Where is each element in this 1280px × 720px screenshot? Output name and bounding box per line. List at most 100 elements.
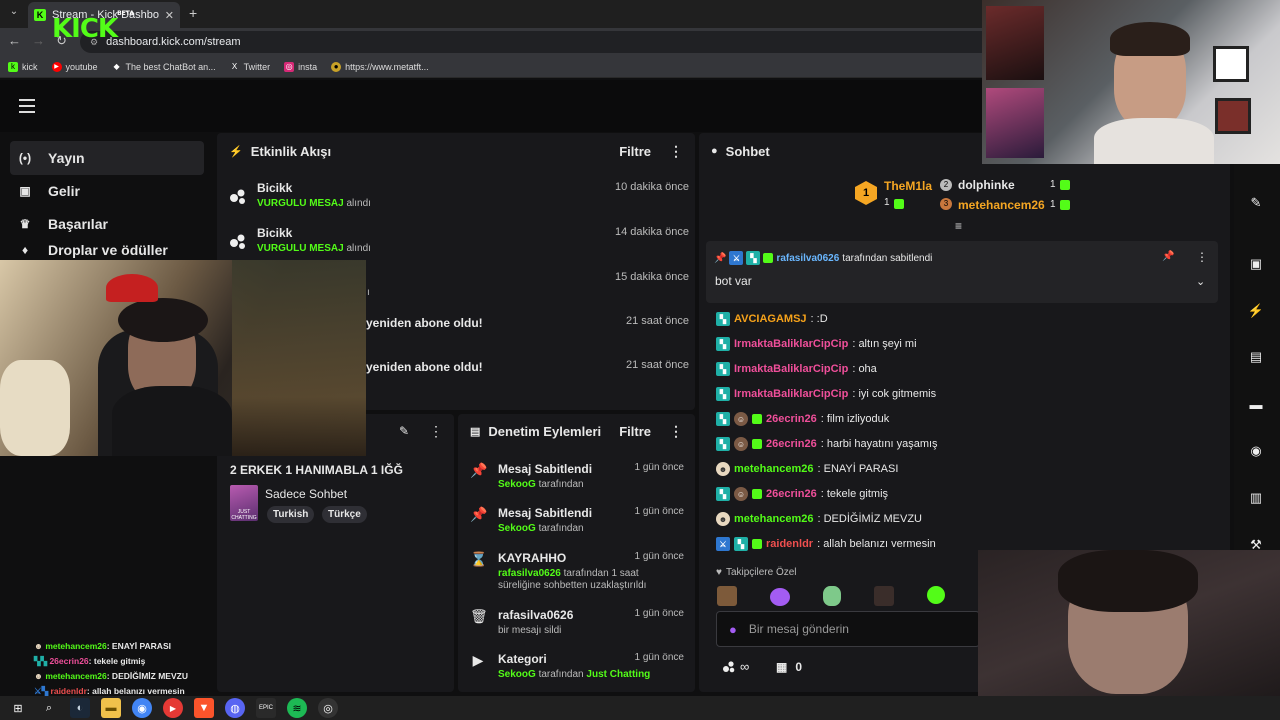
edit-icon[interactable]: ✎	[399, 424, 409, 438]
more-options-icon[interactable]: ⋮	[1196, 250, 1208, 264]
window-icon[interactable]: ▥	[1246, 488, 1266, 508]
pin-icon: 📌	[470, 506, 488, 522]
chat-text: : harbi hayatını yaşamış	[820, 438, 938, 450]
bookmark-insta[interactable]: ◎ insta	[284, 61, 317, 72]
chat-username[interactable]: metehancem26	[734, 513, 814, 525]
chat-message[interactable]: ☻ metehancem26: DEDİĞİMİZ MEVZU	[716, 510, 922, 528]
points-display[interactable]: ∞	[722, 659, 749, 674]
kick-logo[interactable]: KICKBETA	[52, 10, 134, 44]
forward-icon[interactable]: →	[32, 33, 45, 48]
epic-games-icon[interactable]: EPIC	[256, 698, 276, 718]
mod-actor[interactable]: SekooG	[498, 479, 536, 490]
chat-message[interactable]: ▚ ☺ 26ecrin26: tekele gitmiş	[716, 485, 888, 503]
document-icon[interactable]: ▤	[1246, 347, 1266, 367]
screenshot-icon[interactable]: ▣	[1246, 254, 1266, 274]
chat-username[interactable]: 26ecrin26	[766, 413, 817, 425]
chat-text: : :D	[810, 313, 828, 325]
emote-1-icon[interactable]	[717, 586, 737, 606]
windows-start-icon[interactable]: ⊞	[8, 698, 28, 718]
chat-message[interactable]: ▚ IrmaktaBaliklarCipCip: altın şeyi mi	[716, 335, 917, 353]
more-options-icon[interactable]: ⋮	[659, 423, 683, 440]
brave-icon[interactable]: ▼	[194, 698, 214, 718]
leaderboard-third-name[interactable]: metehancem26	[958, 198, 1045, 212]
bookmark-twitter[interactable]: X Twitter	[230, 62, 270, 72]
activity-filter-button[interactable]: Filtre	[619, 144, 651, 159]
sidebar-item-yayin[interactable]: (•) Yayın	[10, 141, 204, 175]
bookmark-youtube[interactable]: ▶ youtube	[51, 61, 98, 72]
sidebar-item-gelir[interactable]: ▣ Gelir	[10, 174, 204, 208]
bookmark-chatbot[interactable]: ◆ The best ChatBot an...	[112, 62, 215, 72]
steam-icon[interactable]: ◐	[70, 698, 90, 718]
bookmark-kick[interactable]: k kick	[8, 61, 38, 72]
category-thumbnail[interactable]: JUST CHATTING	[230, 485, 258, 521]
mod-actor[interactable]: SekooG	[498, 669, 536, 680]
address-bar[interactable]: ⚙ dashboard.kick.com/stream	[80, 31, 1000, 53]
emote-2-icon[interactable]	[770, 588, 790, 606]
chrome-icon[interactable]: ◉	[132, 698, 152, 718]
overlay-text: : allah belanızı vermesin	[86, 686, 185, 696]
hair	[118, 298, 208, 342]
discord-icon[interactable]: ◍	[225, 698, 245, 718]
more-options-icon[interactable]: ⋮	[659, 143, 683, 160]
chat-username[interactable]: IrmaktaBaliklarCipCip	[734, 363, 848, 375]
obs-icon[interactable]: ◎	[318, 698, 338, 718]
bookmark-metatft[interactable]: ● https://www.metatft...	[331, 61, 429, 72]
chat-username[interactable]: 26ecrin26	[766, 488, 817, 500]
emote-5-icon[interactable]	[927, 586, 945, 604]
pin-icon: 📌	[470, 462, 488, 478]
chat-text: : film izliyoduk	[820, 413, 890, 425]
chat-username[interactable]: IrmaktaBaliklarCipCip	[734, 388, 848, 400]
edit-layout-icon[interactable]: ✎	[1246, 193, 1266, 213]
menu-icon[interactable]	[19, 99, 35, 113]
lightning-icon[interactable]: ⚡	[1246, 301, 1266, 321]
leaderboard-first-name[interactable]: TheM1la	[884, 179, 932, 193]
wall-poster	[986, 88, 1044, 158]
emote-4-icon[interactable]	[874, 586, 894, 606]
tag-turkish[interactable]: Turkish	[267, 506, 315, 523]
chat-username[interactable]: 26ecrin26	[766, 438, 817, 450]
rank-number: 1	[862, 187, 870, 199]
spotify-icon[interactable]: ≋	[287, 698, 307, 718]
chat-message[interactable]: ▚ ☺ 26ecrin26: film izliyoduk	[716, 410, 889, 428]
chat-username[interactable]: AVCIAGAMSJ	[734, 313, 807, 325]
sidebar-item-basarilar[interactable]: ♛ Başarılar	[10, 207, 204, 241]
chat-message[interactable]: ▚ ☺ 26ecrin26: harbi hayatını yaşamış	[716, 435, 938, 453]
media-player-icon[interactable]: ▶	[163, 698, 183, 718]
chat-message[interactable]: ▚ IrmaktaBaliklarCipCip: iyi cok gitmemi…	[716, 385, 936, 403]
back-icon[interactable]: ←	[8, 33, 21, 48]
event-desc: VURGULU MESAJ alındı	[257, 198, 371, 209]
broadcast-icon[interactable]: ◉	[1246, 441, 1266, 461]
chat-input[interactable]: ● Bir mesaj gönderin	[716, 611, 980, 647]
pinned-by-user[interactable]: rafasilva0626	[776, 253, 839, 264]
chat-username[interactable]: raidenldr	[766, 538, 813, 550]
bookmark-label: https://www.metatft...	[345, 61, 429, 72]
overlay-chat-line: ☻ metehancem26: DEDİĞİMİZ MEVZU	[34, 671, 188, 681]
emote-3-icon[interactable]	[823, 586, 841, 606]
gift-sub-display[interactable]: ▦ 0	[776, 660, 802, 674]
microphone-icon[interactable]: ●	[729, 622, 737, 637]
mod-category[interactable]: Just Chatting	[586, 669, 650, 680]
chat-message[interactable]: ☻ metehancem26: ENAYİ PARASI	[716, 460, 898, 478]
chat-username[interactable]: IrmaktaBaliklarCipCip	[734, 338, 848, 350]
tag-turkce[interactable]: Türkçe	[322, 506, 367, 523]
chat-message[interactable]: ▚ IrmaktaBaliklarCipCip: oha	[716, 360, 877, 378]
leaderboard-second-name[interactable]: dolphinke	[958, 178, 1015, 192]
chevron-down-icon[interactable]: ⌄	[1196, 275, 1205, 288]
close-tab-icon[interactable]: ✕	[165, 9, 174, 22]
sidebar-item-droplar[interactable]: ♦ Droplar ve ödüller	[10, 240, 204, 260]
search-icon[interactable]: ⌕	[39, 698, 59, 718]
chat-message[interactable]: ⚔ ▚ raidenldr: allah belanızı vermesin	[716, 535, 936, 553]
chat-message[interactable]: ▚ AVCIAGAMSJ: :D	[716, 310, 828, 328]
mod-actor[interactable]: rafasilva0626	[498, 568, 561, 579]
tab-search-icon[interactable]: ⌄	[6, 6, 22, 22]
more-options-icon[interactable]: ⋮	[429, 423, 443, 440]
unpin-icon[interactable]: 📌	[1162, 251, 1174, 262]
mod-actor[interactable]: SekooG	[498, 523, 536, 534]
collapse-leaderboard-icon[interactable]: ≡	[955, 219, 962, 233]
chat-icon[interactable]: ▬	[1246, 394, 1266, 414]
chat-username[interactable]: metehancem26	[734, 463, 814, 475]
category-name[interactable]: Sadece Sohbet	[265, 487, 347, 501]
new-tab-icon[interactable]: +	[189, 5, 197, 21]
file-explorer-icon[interactable]: ▬	[101, 698, 121, 718]
moderation-filter-button[interactable]: Filtre	[619, 424, 651, 439]
